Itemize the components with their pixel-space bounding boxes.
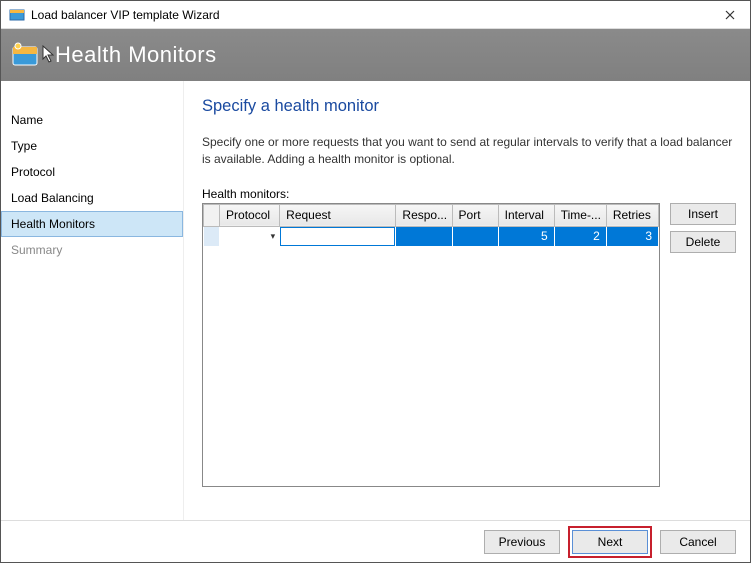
page-heading: Specify a health monitor (202, 97, 736, 116)
close-button[interactable] (710, 1, 750, 28)
previous-button[interactable]: Previous (484, 530, 560, 554)
cell-port[interactable] (452, 226, 498, 246)
delete-button[interactable]: Delete (670, 231, 736, 253)
wizard-header: Health Monitors (1, 29, 750, 81)
wizard-body: Name Type Protocol Load Balancing Health… (1, 81, 750, 520)
cell-response[interactable] (396, 226, 452, 246)
cell-retries[interactable]: 3 (606, 226, 658, 246)
col-protocol[interactable]: Protocol (220, 204, 280, 226)
next-button-highlight: Next (568, 526, 652, 558)
window-title: Load balancer VIP template Wizard (31, 8, 710, 22)
table-row[interactable]: ▾ 5 2 3 (204, 226, 659, 246)
app-icon (9, 7, 25, 23)
cell-protocol[interactable]: ▾ (220, 226, 280, 246)
table-header-row: Protocol Request Respo... Port Interval … (204, 204, 659, 226)
sidebar-item-name[interactable]: Name (1, 107, 183, 133)
row-header-blank (204, 204, 220, 226)
grid-side-buttons: Insert Delete (670, 203, 736, 520)
row-selector[interactable] (204, 226, 220, 246)
cell-request[interactable] (280, 226, 396, 246)
col-timeout[interactable]: Time-... (554, 204, 606, 226)
sidebar-item-summary[interactable]: Summary (1, 237, 183, 263)
cell-timeout[interactable]: 2 (554, 226, 606, 246)
wizard-icon (11, 41, 39, 69)
cancel-button[interactable]: Cancel (660, 530, 736, 554)
health-monitors-grid[interactable]: Protocol Request Respo... Port Interval … (202, 203, 660, 487)
request-input[interactable] (280, 227, 395, 246)
sidebar-item-type[interactable]: Type (1, 133, 183, 159)
wizard-footer: Previous Next Cancel (1, 520, 750, 562)
page-description: Specify one or more requests that you wa… (202, 134, 736, 169)
sidebar-item-protocol[interactable]: Protocol (1, 159, 183, 185)
col-response[interactable]: Respo... (396, 204, 452, 226)
sidebar-item-load-balancing[interactable]: Load Balancing (1, 185, 183, 211)
col-port[interactable]: Port (452, 204, 498, 226)
cell-interval[interactable]: 5 (498, 226, 554, 246)
col-interval[interactable]: Interval (498, 204, 554, 226)
insert-button[interactable]: Insert (670, 203, 736, 225)
col-retries[interactable]: Retries (606, 204, 658, 226)
table-area: Protocol Request Respo... Port Interval … (202, 203, 736, 520)
sidebar: Name Type Protocol Load Balancing Health… (1, 81, 184, 520)
wizard-window: Load balancer VIP template Wizard Health… (0, 0, 751, 563)
main-content: Specify a health monitor Specify one or … (184, 81, 750, 520)
chevron-down-icon[interactable]: ▾ (271, 231, 276, 242)
table-label: Health monitors: (202, 187, 736, 201)
next-button[interactable]: Next (572, 530, 648, 554)
wizard-step-title: Health Monitors (55, 42, 217, 68)
sidebar-item-health-monitors[interactable]: Health Monitors (1, 211, 183, 237)
col-request[interactable]: Request (280, 204, 396, 226)
title-bar: Load balancer VIP template Wizard (1, 1, 750, 29)
